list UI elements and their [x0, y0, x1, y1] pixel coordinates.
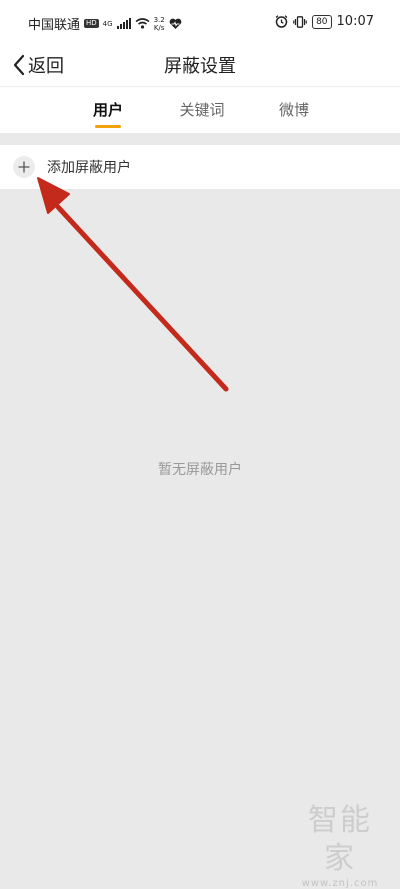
watermark: 智能家 www.znj.com [294, 802, 386, 889]
status-left: 中国联通 HD 4G 3.2 K/s [28, 14, 182, 33]
status-bar: 中国联通 HD 4G 3.2 K/s 80 10:07 [0, 0, 400, 44]
add-blocked-user-label: 添加屏蔽用户 [47, 160, 131, 176]
tab-weibo[interactable]: 微博 [254, 87, 334, 133]
active-tab-indicator [95, 125, 121, 128]
wifi-icon [135, 18, 150, 29]
tab-keywords[interactable]: 关键词 [162, 87, 242, 133]
vibrate-icon [293, 15, 307, 28]
add-blocked-user-row[interactable]: 添加屏蔽用户 [0, 145, 400, 189]
watermark-logo: 智能家 [308, 803, 372, 876]
empty-state-text: 暂无屏蔽用户 [158, 462, 242, 478]
network-type: 4G [102, 19, 113, 28]
alarm-icon [275, 15, 288, 28]
nav-bar: 返回 屏蔽设置 [0, 44, 400, 86]
add-button[interactable] [13, 156, 35, 178]
net-speed: 3.2 K/s [154, 16, 165, 32]
status-time: 10:07 [336, 14, 374, 29]
net-speed-unit: K/s [153, 23, 165, 32]
battery-indicator: 80 [312, 14, 332, 29]
plus-icon [18, 161, 30, 173]
carrier-name: 中国联通 [28, 18, 81, 33]
heart-rate-icon [169, 18, 182, 29]
page-title: 屏蔽设置 [164, 56, 236, 77]
status-right: 80 10:07 [275, 14, 374, 29]
watermark-url: www.znj.com [301, 878, 379, 889]
net-speed-value: 3.2 [153, 15, 165, 24]
tab-bar: 用户 关键词 微博 [0, 87, 400, 133]
signal-icon [116, 18, 131, 29]
hd-badge: HD [84, 19, 99, 28]
